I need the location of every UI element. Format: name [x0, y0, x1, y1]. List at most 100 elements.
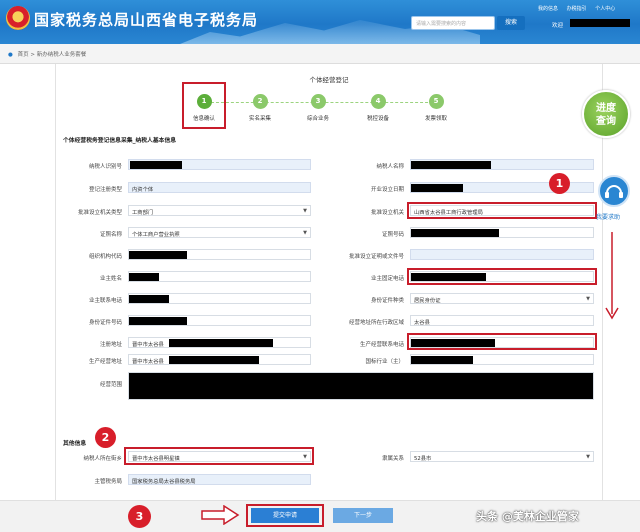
- owner-contact-label: 业主联系电话: [88, 298, 122, 304]
- step-5[interactable]: 5 发票领取: [416, 94, 456, 122]
- redacted-value: [411, 161, 491, 169]
- org-code-label: 组织机构代码: [88, 254, 122, 260]
- affiliation-select[interactable]: 52县市 ▼: [410, 451, 594, 462]
- redacted-value: [169, 339, 273, 347]
- prod-address-value: 晋中市太谷县: [132, 359, 164, 365]
- tax-office-label: 主管税务局: [94, 479, 122, 485]
- chevron-down-icon: ▼: [586, 296, 590, 302]
- step-label: 综合业务: [306, 116, 329, 122]
- submit-highlight: [246, 504, 324, 527]
- redacted-value: [129, 251, 187, 259]
- chevron-down-icon: ▼: [303, 208, 307, 214]
- headset-glyph: [605, 185, 623, 198]
- owner-phone-label: 业主固定电话: [370, 276, 404, 282]
- section-other-info-title: 其他信息: [63, 441, 87, 447]
- chevron-down-icon: ▼: [303, 230, 307, 236]
- link-guide[interactable]: 办税指引: [567, 6, 587, 12]
- page-title: 个体经营登记: [309, 76, 349, 84]
- prod-address-field[interactable]: 晋中市太谷县: [128, 354, 311, 365]
- approval-type-select[interactable]: 工商部门 ▼: [128, 205, 311, 216]
- prod-address-label: 生产经营地址: [88, 359, 122, 365]
- id-type-label: 身份证件种类: [370, 298, 404, 304]
- reg-address-field[interactable]: 晋中市太谷县: [128, 337, 311, 348]
- taxpayer-id-field: [128, 159, 311, 170]
- taxpayer-name-label: 纳税人名称: [376, 164, 404, 170]
- breadcrumb-home[interactable]: 首页: [18, 52, 29, 58]
- id-type-select[interactable]: 居民身份证 ▼: [410, 293, 594, 304]
- annotation-marker-1: 1: [549, 173, 570, 194]
- cert-no-field[interactable]: [410, 227, 594, 238]
- industry-field[interactable]: [410, 354, 594, 365]
- step-2[interactable]: 2 实名采集: [240, 94, 280, 122]
- user-name-redacted: [570, 19, 630, 27]
- approval-org-label: 批准设立机关: [370, 210, 404, 216]
- approval-type-value: 工商部门: [132, 210, 154, 216]
- tax-emblem-icon: [6, 6, 30, 30]
- affiliation-label: 隶属关系: [381, 456, 404, 462]
- badge-line-2: 查询: [596, 116, 616, 127]
- taxpayer-id-label: 纳税人识别号: [88, 164, 122, 170]
- id-no-field[interactable]: [128, 315, 311, 326]
- id-no-label: 身份证件号码: [88, 320, 122, 326]
- approval-org-highlight: [407, 202, 597, 219]
- link-personal-center[interactable]: 个人中心: [595, 6, 615, 12]
- search-input[interactable]: 请输入需要搜索的内容: [411, 16, 495, 30]
- cert-name-label: 证照名称: [99, 232, 122, 238]
- redacted-value: [169, 356, 259, 364]
- owner-name-field[interactable]: [128, 271, 311, 282]
- reg-address-label: 注册地址: [99, 342, 122, 348]
- annotation-marker-2: 2: [95, 427, 116, 448]
- top-links: 我的信息 办税指引 个人中心: [538, 5, 622, 12]
- location-pin-icon: ●: [8, 52, 13, 58]
- search-button[interactable]: 搜索: [497, 16, 525, 30]
- taxpayer-name-field: [410, 159, 594, 170]
- street-highlight: [124, 447, 314, 465]
- reg-type-label: 登记注册类型: [88, 187, 122, 193]
- tax-office-field: 国家税务总局太谷县税务局: [128, 474, 311, 485]
- headset-help-icon[interactable]: [598, 175, 630, 207]
- reg-address-value: 晋中市太谷县: [132, 342, 164, 348]
- progress-query-badge[interactable]: 进度 查询: [582, 90, 630, 138]
- redacted-value: [129, 273, 159, 281]
- breadcrumb-current: 新办纳税人业务套餐: [36, 52, 87, 58]
- section-basic-info-title: 个体经营税务登记信息采集_纳税人基本信息: [63, 138, 177, 144]
- step-number: 5: [428, 94, 444, 109]
- breadcrumb: ● 首页 > 新办纳税人业务套餐: [0, 44, 640, 64]
- owner-contact-field[interactable]: [128, 293, 311, 304]
- approval-type-label: 批准设立机关类型: [77, 210, 122, 216]
- owner-name-label: 业主姓名: [99, 276, 122, 282]
- step-label: 发票领取: [424, 116, 447, 122]
- prod-phone-highlight: [407, 333, 597, 350]
- cert-name-select[interactable]: 个体工商户营业执照 ▼: [128, 227, 311, 238]
- cert-name-value: 个体工商户营业执照: [132, 232, 180, 238]
- scope-field[interactable]: [128, 372, 594, 400]
- district-field[interactable]: 太谷县: [410, 315, 594, 326]
- approval-doc-field[interactable]: [410, 249, 594, 260]
- link-my-info[interactable]: 我的信息: [538, 6, 558, 12]
- help-label[interactable]: 我要求助: [596, 212, 620, 221]
- step-3[interactable]: 3 综合业务: [298, 94, 338, 122]
- step-number: 3: [310, 94, 326, 109]
- next-step-button[interactable]: 下一步: [333, 508, 393, 523]
- step-highlight-box: [182, 82, 226, 129]
- annotation-marker-3: 3: [128, 505, 151, 528]
- district-label: 经营地址所在行政区域: [348, 320, 404, 326]
- chevron-down-icon: ▼: [586, 454, 590, 460]
- scope-label: 经营范围: [99, 382, 122, 388]
- red-down-arrow-icon: [605, 232, 619, 320]
- redacted-value: [129, 317, 187, 325]
- badge-line-1: 进度: [596, 103, 616, 114]
- affiliation-value: 52县市: [414, 456, 432, 462]
- site-title: 国家税务总局山西省电子税务局: [34, 11, 259, 29]
- red-right-arrow-icon: [201, 505, 240, 525]
- watermark: 头条 @美林企业管家: [476, 510, 579, 523]
- step-label: 实名采集: [248, 116, 271, 122]
- cert-no-label: 证照号码: [381, 232, 404, 238]
- org-code-field[interactable]: [128, 249, 311, 260]
- header-banner: 国家税务总局山西省电子税务局 请输入需要搜索的内容 搜索 我的信息 办税指引 个…: [0, 0, 640, 44]
- step-label: 税控设备: [366, 116, 389, 122]
- approval-doc-label: 批准设立证明或文件号: [348, 254, 404, 260]
- redacted-value: [129, 295, 169, 303]
- step-4[interactable]: 4 税控设备: [358, 94, 398, 122]
- redacted-value: [411, 184, 463, 192]
